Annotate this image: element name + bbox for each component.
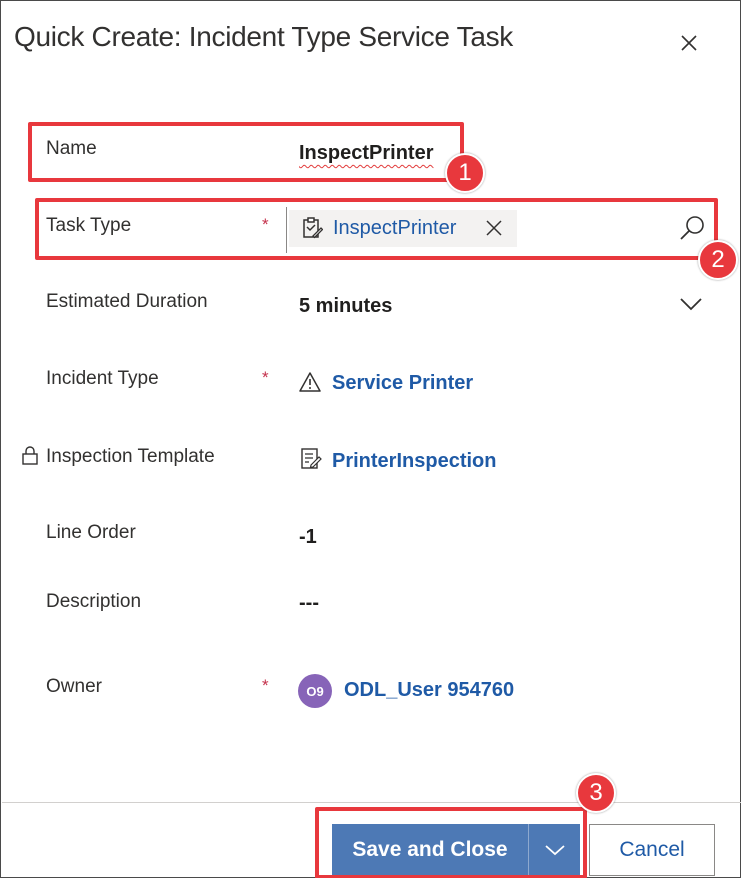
callout-box-name [28,122,464,182]
quick-create-dialog: Quick Create: Incident Type Service Task… [0,0,741,878]
owner-link[interactable]: ODL_User 954760 [344,679,514,702]
cancel-button[interactable]: Cancel [589,824,715,876]
chevron-down-icon[interactable] [679,295,703,313]
description-input[interactable]: --- [299,592,319,615]
callout-badge-1: 1 [445,153,485,193]
required-mark: * [262,676,269,695]
callout-box-task-type [35,198,718,260]
estimated-duration-select[interactable]: 5 minutes [299,295,392,318]
callout-box-save [315,807,587,878]
inspection-template-link[interactable]: PrinterInspection [332,450,496,473]
close-icon[interactable] [677,31,701,55]
template-icon [301,448,322,469]
required-mark: * [262,368,269,387]
description-label: Description [46,591,142,612]
line-order-input[interactable]: -1 [299,526,317,549]
estimated-duration-label: Estimated Duration [46,291,208,312]
avatar: O9 [298,674,332,708]
inspection-template-label: Inspection Template [46,446,215,467]
incident-type-label: Incident Type [46,368,159,389]
line-order-label: Line Order [46,522,136,543]
dialog-title: Quick Create: Incident Type Service Task [14,21,513,52]
warning-icon [299,372,321,392]
incident-type-link[interactable]: Service Printer [332,372,473,395]
lock-icon [22,446,38,465]
callout-badge-2: 2 [698,240,738,280]
callout-badge-3: 3 [576,773,616,813]
footer-divider [2,802,741,803]
owner-label: Owner [46,676,102,697]
